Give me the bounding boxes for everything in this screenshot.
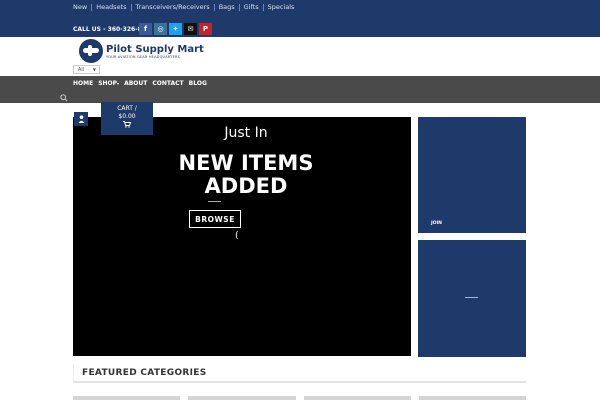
logo-tagline: YOUR AVIATION GEAR HEADQUARTERS: [106, 54, 181, 59]
nav-shop[interactable]: SHOP▾: [98, 80, 119, 87]
section-title: FEATURED CATEGORIES: [82, 368, 207, 378]
chevron-down-icon: ▾: [117, 81, 120, 86]
category-tile[interactable]: [188, 396, 296, 400]
topnav-item-gifts[interactable]: Gifts: [240, 3, 263, 11]
top-nav: New Headsets Transceivers/Receivers Bags…: [73, 2, 298, 12]
instagram-icon[interactable]: ◎: [154, 23, 167, 35]
hero-paren-text: (: [235, 231, 239, 241]
category-select[interactable]: All ▼: [73, 65, 100, 74]
social-links: f ◎ ✦ ✉ P: [139, 23, 212, 35]
category-tile[interactable]: [73, 396, 181, 400]
main-nav: HOME SHOP▾ ABOUT CONTACT BLOG: [0, 76, 600, 103]
topnav-item-specials[interactable]: Specials: [264, 3, 299, 11]
email-icon[interactable]: ✉: [184, 23, 197, 35]
category-tiles: [73, 396, 526, 400]
nav-home[interactable]: HOME: [73, 80, 93, 87]
search-icon[interactable]: [60, 94, 68, 102]
category-tile[interactable]: [303, 396, 411, 400]
hero-slider: Just In NEW ITEMS ADDED BROWSE (: [73, 117, 411, 356]
pinterest-icon[interactable]: P: [199, 23, 212, 35]
topnav-item-headsets[interactable]: Headsets: [92, 3, 130, 11]
join-banner[interactable]: JOIN: [418, 117, 526, 233]
logo-name: Pilot Supply Mart: [106, 43, 204, 55]
category-tile[interactable]: [418, 396, 526, 400]
browse-button[interactable]: BROWSE: [189, 210, 241, 228]
hero-headline: NEW ITEMS ADDED: [73, 152, 411, 198]
nav-shop-label: SHOP: [98, 80, 118, 87]
topnav-item-transceivers[interactable]: Transceivers/Receivers: [132, 3, 214, 11]
site-logo[interactable]: Pilot Supply Mart YOUR AVIATION GEAR HEA…: [79, 39, 204, 63]
featured-categories-header: FEATURED CATEGORIES: [73, 364, 526, 383]
cart-icon: [101, 121, 153, 131]
top-bar: New Headsets Transceivers/Receivers Bags…: [0, 0, 600, 37]
cart-label: CART /: [117, 105, 137, 112]
category-select-value: All: [78, 66, 85, 73]
topnav-item-new[interactable]: New: [73, 3, 91, 11]
cart-button[interactable]: CART / $0.00: [101, 102, 153, 135]
user-account-icon[interactable]: [74, 112, 88, 126]
nav-about[interactable]: ABOUT: [124, 80, 147, 87]
airplane-logo-icon: [79, 39, 103, 63]
promo-banner[interactable]: [418, 240, 526, 357]
hero-divider: [208, 201, 221, 202]
nav-blog[interactable]: BLOG: [189, 80, 207, 87]
facebook-icon[interactable]: f: [139, 23, 152, 35]
cart-amount: $0.00: [118, 113, 136, 120]
banner-divider: [465, 297, 478, 298]
nav-contact[interactable]: CONTACT: [152, 80, 183, 87]
hero-headline-line-2: ADDED: [204, 174, 288, 198]
hero-headline-line-1: NEW ITEMS: [178, 151, 314, 175]
twitter-icon[interactable]: ✦: [169, 23, 182, 35]
call-us-text: CALL US - 360-326-810: [73, 26, 143, 33]
join-link[interactable]: JOIN: [431, 221, 442, 226]
chevron-down-icon: ▼: [92, 67, 96, 72]
topnav-item-bags[interactable]: Bags: [215, 3, 239, 11]
